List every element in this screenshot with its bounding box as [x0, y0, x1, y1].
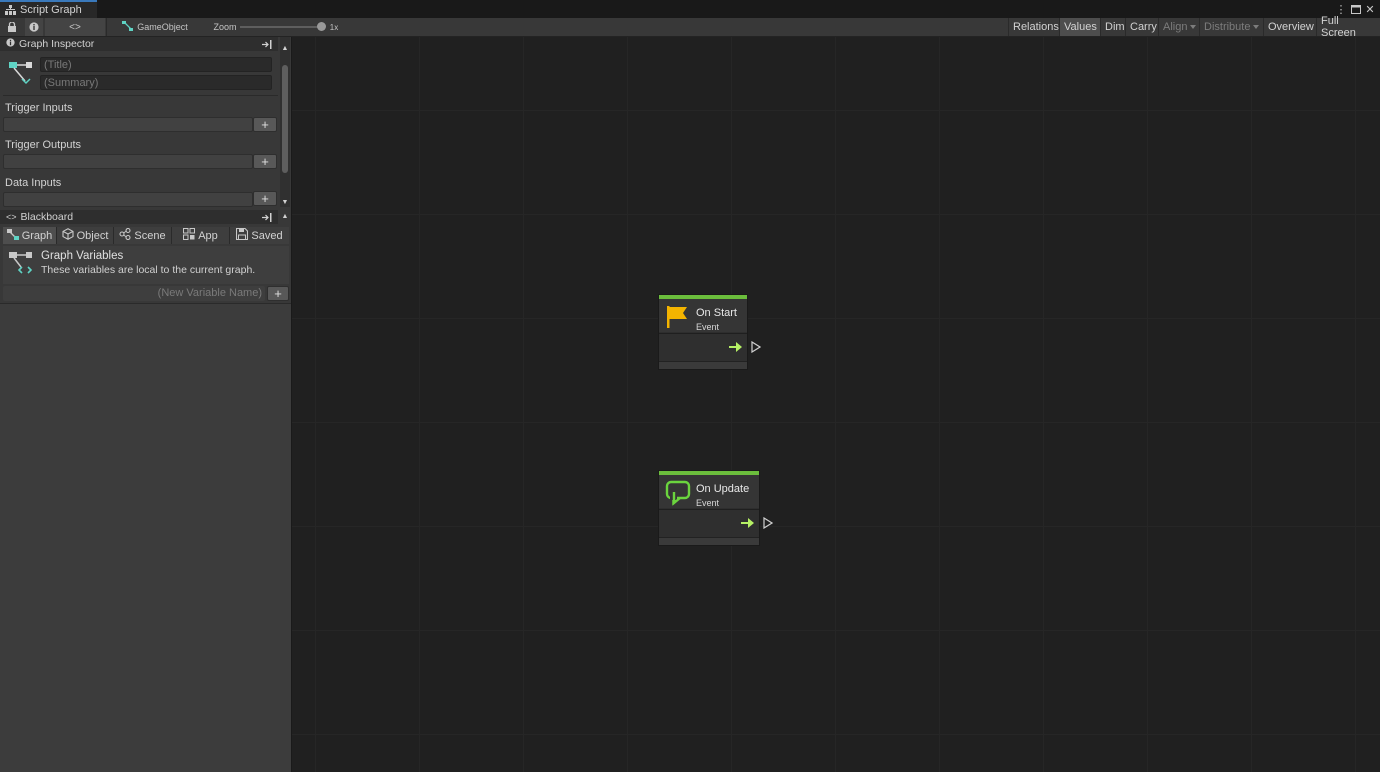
tab-saved[interactable]: Saved	[230, 227, 289, 244]
distribute-dropdown[interactable]: Distribute	[1199, 18, 1263, 36]
info-icon	[6, 38, 15, 50]
graph-variables-icon	[8, 250, 34, 281]
graph-canvas[interactable]: On Start Event On Update Event	[292, 37, 1380, 772]
graph-inspector-header[interactable]: Graph Inspector	[0, 37, 278, 51]
add-trigger-input-button[interactable]: +	[253, 117, 277, 132]
zoom-slider-thumb[interactable]	[317, 22, 326, 31]
hierarchy-icon	[5, 5, 16, 15]
more-options-icon[interactable]: ⋮	[1335, 2, 1347, 16]
tab-object[interactable]: Object	[57, 227, 114, 244]
trigger-outputs-label: Trigger Outputs	[5, 139, 82, 151]
trigger-outputs-list	[3, 154, 253, 169]
maximize-icon[interactable]	[1350, 2, 1362, 16]
graph-node-icon	[6, 228, 19, 243]
align-dropdown[interactable]: Align	[1158, 18, 1200, 36]
inspector-scroll-thumb[interactable]	[282, 65, 288, 173]
lock-icon[interactable]	[4, 18, 20, 36]
output-port-icon[interactable]	[763, 516, 774, 532]
carry-button[interactable]: Carry	[1125, 18, 1161, 36]
close-icon[interactable]: ✕	[1364, 2, 1376, 16]
overview-button[interactable]: Overview	[1263, 18, 1318, 36]
tab-title: Script Graph	[20, 4, 82, 16]
node-title: On Start	[696, 307, 737, 319]
code-brackets-icon: <⁠>	[69, 21, 81, 33]
scroll-up-icon[interactable]: ▲	[278, 41, 292, 55]
tab-saved-label: Saved	[251, 229, 283, 242]
values-button[interactable]: Values	[1059, 18, 1101, 36]
loop-icon	[665, 480, 691, 509]
dock-panel-icon[interactable]	[260, 37, 274, 51]
add-trigger-output-button[interactable]: +	[253, 154, 277, 169]
side-panel: Graph Inspector ▲ ▼ (Title) (Summary) Tr…	[0, 37, 292, 772]
code-brackets-icon: <>	[6, 212, 17, 222]
blackboard-header[interactable]: <> Blackboard	[0, 210, 278, 224]
trigger-inputs-list	[3, 117, 253, 132]
node-footer	[659, 537, 759, 545]
dock-panel-icon[interactable]	[260, 210, 274, 224]
align-label: Align	[1163, 21, 1188, 33]
saved-icon	[236, 227, 249, 243]
gameobject-breadcrumb[interactable]: GameObject	[122, 18, 188, 36]
tab-app-label: App	[198, 229, 218, 242]
node-header: On Start Event	[659, 299, 747, 332]
blackboard-tabs: Graph Object Scene App Saved	[3, 227, 289, 244]
app-icon	[183, 228, 196, 243]
chevron-down-icon	[1190, 25, 1197, 29]
graph-variables-title: Graph Variables	[41, 250, 124, 262]
gameobject-label: GameObject	[137, 22, 188, 32]
on-update-node[interactable]: On Update Event	[658, 470, 760, 546]
zoom-slider-track[interactable]	[240, 26, 322, 28]
graph-toolbar: <⁠> GameObject Zoom 1x Relations Values …	[0, 15, 1380, 39]
zoom-value: 1x	[329, 22, 339, 32]
distribute-label: Distribute	[1204, 21, 1251, 33]
on-start-node[interactable]: On Start Event	[658, 294, 748, 370]
graph-inspector-title: Graph Inspector	[19, 38, 95, 50]
window-tab-bar: Script Graph ⋮ ✕	[0, 0, 1380, 18]
new-variable-name-input[interactable]: (New Variable Name)	[3, 286, 265, 301]
chevron-down-icon	[1253, 25, 1260, 29]
graph-variables-info: Graph Variables These variables are loca…	[3, 246, 289, 284]
scroll-up-icon[interactable]: ▲	[278, 209, 292, 223]
graph-variables-description: These variables are local to the current…	[41, 264, 256, 276]
tab-graph-label: Graph	[21, 229, 53, 242]
scene-icon	[119, 227, 131, 243]
node-subtitle: Event	[696, 498, 720, 508]
node-ports	[659, 333, 747, 361]
add-data-input-button[interactable]: +	[253, 191, 277, 206]
node-subtitle: Event	[696, 322, 720, 332]
graph-breadcrumb-root[interactable]: <⁠>	[45, 18, 105, 36]
tab-app[interactable]: App	[172, 227, 230, 244]
tab-script-graph[interactable]: Script Graph	[0, 0, 97, 18]
flow-output-arrow-icon[interactable]	[741, 518, 755, 531]
graph-icon	[8, 59, 34, 90]
graph-summary-field[interactable]: (Summary)	[40, 75, 272, 90]
add-variable-button[interactable]: +	[267, 286, 289, 301]
scroll-down-icon[interactable]: ▼	[278, 195, 292, 209]
tab-graph[interactable]: Graph	[3, 227, 57, 244]
data-inputs-list	[3, 192, 253, 207]
full-screen-button[interactable]: Full Screen	[1316, 15, 1380, 39]
tab-scene-label: Scene	[134, 229, 166, 242]
info-icon[interactable]	[25, 18, 43, 36]
tab-object-label: Object	[76, 229, 109, 242]
zoom-label: Zoom	[213, 22, 237, 32]
node-ports	[659, 509, 759, 537]
tab-scene[interactable]: Scene	[114, 227, 172, 244]
relations-button[interactable]: Relations	[1008, 18, 1063, 36]
graph-node-icon	[122, 20, 134, 34]
cube-icon	[62, 228, 74, 243]
node-header: On Update Event	[659, 475, 759, 508]
trigger-inputs-label: Trigger Inputs	[5, 102, 73, 114]
node-title: On Update	[696, 483, 750, 495]
output-port-icon[interactable]	[751, 340, 762, 356]
data-inputs-label: Data Inputs	[5, 177, 62, 189]
node-footer	[659, 361, 747, 369]
blackboard-title: Blackboard	[20, 211, 74, 223]
variables-list-area	[0, 303, 291, 772]
flag-icon	[666, 305, 690, 332]
flow-output-arrow-icon[interactable]	[729, 342, 743, 355]
graph-title-field[interactable]: (Title)	[40, 57, 272, 72]
